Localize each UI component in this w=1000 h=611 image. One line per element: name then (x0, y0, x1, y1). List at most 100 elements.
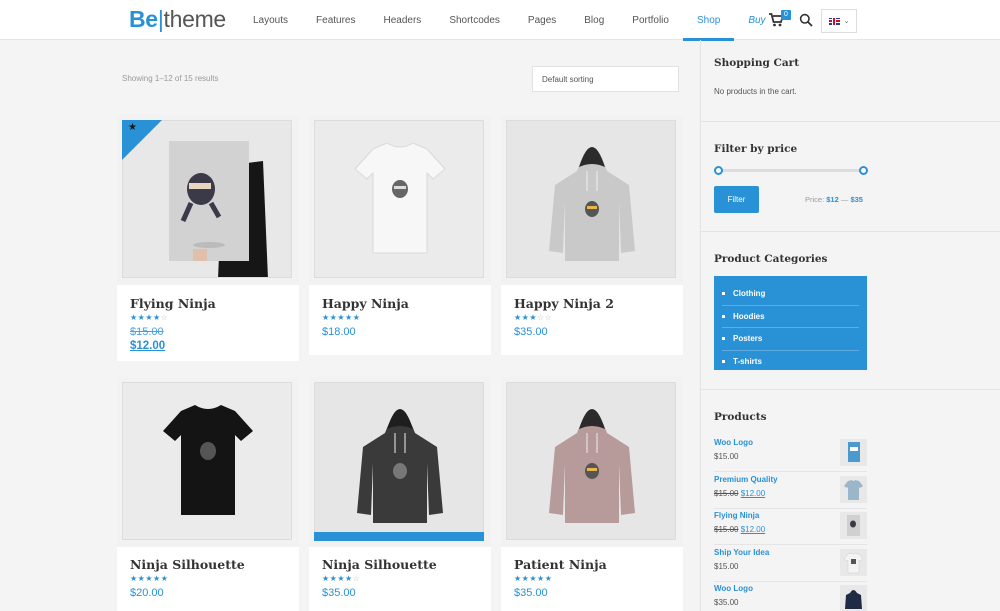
main-nav: Layouts Features Headers Shortcodes Page… (239, 0, 780, 41)
nav-layouts[interactable]: Layouts (239, 0, 302, 40)
bullet-icon (722, 314, 725, 318)
sidebar-product-name[interactable]: Woo Logo (714, 584, 753, 593)
product-card[interactable]: Ninja Silhouette ★★★★★ $20.00 (117, 377, 299, 611)
price-slider-track[interactable] (718, 169, 864, 172)
product-price: $12.00 (130, 340, 166, 352)
product-price: $18.00 (322, 326, 356, 338)
sidebar-product-thumb[interactable] (840, 585, 867, 611)
price-range-label: Price: $12 — $35 (805, 195, 863, 204)
nav-features[interactable]: Features (302, 0, 369, 40)
filter-widget-title: Filter by price (714, 143, 798, 155)
products-widget-title: Products (714, 411, 767, 423)
search-icon[interactable] (799, 13, 813, 27)
price-slider-max-handle[interactable] (859, 166, 868, 175)
nav-blog[interactable]: Blog (570, 0, 618, 40)
product-image[interactable] (506, 120, 676, 278)
product-old-price: $15.00 (130, 326, 164, 338)
sidebar-product-name[interactable]: Woo Logo (714, 438, 753, 447)
product-name[interactable]: Ninja Silhouette (322, 557, 437, 572)
widget-separator (700, 121, 1000, 122)
star-rating: ★★★★★ (322, 313, 361, 322)
tshirt-illustration (315, 121, 483, 277)
cart-widget-title: Shopping Cart (714, 57, 800, 69)
product-card[interactable]: ★ Flying Ninja ★★★★☆ $15.00 $12.00 (117, 115, 299, 361)
nav-shortcodes[interactable]: Shortcodes (435, 0, 514, 40)
cart-empty-text: No products in the cart. (714, 87, 797, 96)
category-item-clothing[interactable]: Clothing (722, 283, 859, 306)
product-card[interactable] (309, 115, 491, 285)
sidebar-product-price: $15.00 $12.00 (714, 489, 765, 498)
price-max: $35 (850, 195, 863, 204)
product-name[interactable]: Happy Ninja 2 (514, 296, 614, 311)
bullet-icon (722, 292, 725, 296)
poster-thumb-illustration (840, 439, 867, 466)
sidebar-product-price: $15.00 (714, 452, 739, 461)
star-rating: ★★★★★ (130, 574, 169, 583)
price-label: Price: (805, 195, 825, 204)
sidebar-product-sale-price: $12.00 (740, 489, 766, 498)
product-card[interactable]: Patient Ninja ★★★★★ $35.00 (501, 377, 683, 611)
sidebar-product-thumb[interactable] (840, 439, 867, 466)
nav-portfolio[interactable]: Portfolio (618, 0, 683, 40)
nav-pages[interactable]: Pages (514, 0, 570, 40)
tshirt-thumb-illustration (840, 476, 867, 503)
nav-shop[interactable]: Shop (682, 0, 735, 41)
uk-flag-icon (828, 17, 840, 25)
sidebar-product-name[interactable]: Flying Ninja (714, 511, 759, 520)
sidebar-divider (700, 40, 701, 611)
sidebar-product-price: $15.00 $12.00 (714, 525, 765, 534)
category-item-hoodies[interactable]: Hoodies (722, 306, 859, 328)
logo-theme: theme (163, 6, 227, 32)
product-name[interactable]: Flying Ninja (130, 296, 216, 311)
product-name[interactable]: Happy Ninja (322, 296, 409, 311)
star-rating: ★★★★☆ (322, 574, 361, 583)
filter-button[interactable]: Filter (714, 186, 759, 213)
sidebar-product-item: Flying Ninja $15.00 $12.00 (714, 509, 867, 545)
sidebar-product-name[interactable]: Ship Your Idea (714, 548, 769, 557)
hoodie-illustration (507, 383, 675, 539)
nav-headers[interactable]: Headers (370, 0, 436, 40)
sidebar-product-thumb[interactable] (840, 512, 867, 539)
product-price: $35.00 (514, 326, 548, 338)
sidebar-product-thumb[interactable] (840, 549, 867, 576)
sidebar-product-thumb[interactable] (840, 476, 867, 503)
hover-bar (314, 532, 484, 541)
site-header: Be|theme Layouts Features Headers Shortc… (0, 0, 1000, 41)
product-card[interactable]: Ninja Silhouette ★★★★☆ $35.00 (309, 377, 491, 611)
product-card[interactable]: Happy Ninja 2 ★★★☆☆ $35.00 (501, 115, 683, 355)
price-slider-min-handle[interactable] (714, 166, 723, 175)
hoodie-illustration (507, 121, 675, 277)
hoodie-thumb-illustration (840, 585, 867, 611)
logo[interactable]: Be|theme (129, 6, 226, 33)
bullet-icon (722, 337, 725, 341)
result-count: Showing 1–12 of 15 results (122, 74, 219, 83)
category-item-tshirts[interactable]: T-shirts (722, 351, 859, 374)
price-min: $12 (826, 195, 839, 204)
product-image-frame (309, 377, 491, 547)
language-selector[interactable]: ⌄ (821, 9, 857, 33)
product-image[interactable] (506, 382, 676, 540)
category-item-posters[interactable]: Posters (722, 328, 859, 351)
sidebar-product-sale-price: $12.00 (740, 525, 766, 534)
categories-widget-title: Product Categories (714, 253, 828, 265)
tshirt-illustration (123, 383, 291, 539)
sidebar-product-price: $35.00 (714, 598, 739, 607)
product-image[interactable] (314, 120, 484, 278)
category-label: Clothing (733, 289, 766, 299)
product-price: $20.00 (130, 587, 164, 599)
product-image[interactable] (314, 382, 484, 540)
product-name[interactable]: Ninja Silhouette (130, 557, 245, 572)
widget-separator (700, 231, 1000, 232)
product-image-frame: ★ (117, 115, 299, 285)
star-rating: ★★★★★ (514, 574, 553, 583)
chevron-down-icon: ⌄ (843, 18, 850, 25)
star-icon: ★ (128, 122, 137, 133)
sidebar-product-name[interactable]: Premium Quality (714, 475, 778, 484)
product-image[interactable] (122, 382, 292, 540)
sidebar-product-old-price: $15.00 (714, 525, 739, 534)
product-name[interactable]: Patient Ninja (514, 557, 607, 572)
star-rating: ★★★★☆ (130, 313, 169, 322)
sort-select[interactable]: Default sorting (532, 66, 679, 92)
hoodie-illustration (315, 383, 483, 539)
sidebar-product-old-price: $15.00 (714, 489, 739, 498)
